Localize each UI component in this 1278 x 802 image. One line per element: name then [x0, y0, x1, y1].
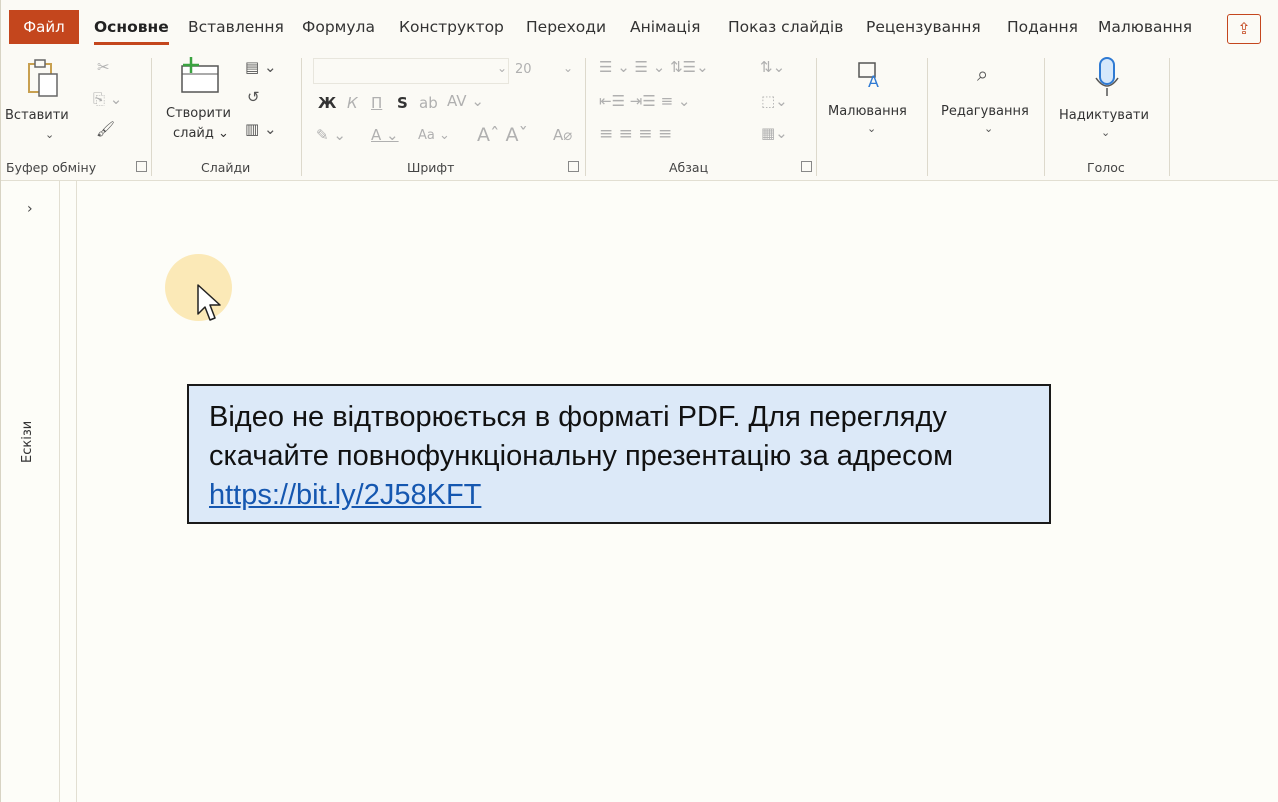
- separator: [301, 58, 302, 176]
- font-name-dropdown-icon[interactable]: ⌄: [497, 61, 507, 75]
- tab-view[interactable]: Подання: [1007, 18, 1078, 36]
- tab-review[interactable]: Рецензування: [866, 18, 981, 36]
- paragraph-group-label: Абзац: [669, 160, 709, 175]
- italic-button[interactable]: К: [347, 94, 358, 112]
- clear-format-icon[interactable]: A⌀: [553, 126, 572, 144]
- bold-button[interactable]: Ж: [318, 94, 336, 112]
- paste-icon[interactable]: [25, 58, 59, 104]
- thumbnails-pane: › Ескізи: [1, 181, 60, 802]
- notice-line-2: скачайте повнофункціональну презентацію …: [209, 440, 954, 472]
- search-icon[interactable]: ⌕: [977, 62, 988, 86]
- editing-button[interactable]: Редагування: [941, 104, 1029, 119]
- separator: [1044, 58, 1045, 176]
- layout-icon[interactable]: ▤ ⌄: [245, 58, 277, 76]
- copy-icon[interactable]: ⎘ ⌄: [93, 90, 122, 108]
- separator: [816, 58, 817, 176]
- tab-animations[interactable]: Анімація: [630, 18, 700, 36]
- separator: [927, 58, 928, 176]
- format-painter-icon[interactable]: 🖌︎: [96, 120, 115, 138]
- microphone-icon[interactable]: [1093, 56, 1121, 104]
- tab-draw[interactable]: Малювання: [1098, 18, 1192, 36]
- drawing-button[interactable]: Малювання: [828, 104, 907, 119]
- change-case-button[interactable]: Aa ⌄: [418, 128, 450, 143]
- svg-text:A: A: [868, 72, 879, 90]
- highlight-icon[interactable]: ✎ ⌄: [316, 126, 346, 144]
- alignment-icons[interactable]: ≡ ≡ ≡ ≡: [599, 124, 672, 144]
- font-name-field[interactable]: [313, 58, 509, 84]
- new-slide-icon[interactable]: [179, 56, 221, 100]
- font-group-label: Шрифт: [407, 160, 455, 175]
- video-notice-box: Відео не відтворюється в форматі PDF. Дл…: [187, 384, 1051, 524]
- char-spacing-icon[interactable]: AV ⌄: [447, 92, 484, 110]
- paragraph-launcher-icon[interactable]: [801, 161, 812, 172]
- font-size-dropdown-icon[interactable]: ⌄: [563, 61, 573, 75]
- tab-slideshow[interactable]: Показ слайдів: [728, 18, 843, 36]
- underline-button[interactable]: П: [371, 94, 382, 112]
- tab-file[interactable]: Файл: [9, 10, 79, 44]
- download-link[interactable]: https://bit.ly/2J58KFT: [209, 479, 481, 511]
- expand-thumbnails-icon[interactable]: ›: [27, 201, 33, 217]
- tab-home[interactable]: Основне: [94, 18, 169, 45]
- strikethrough-icon[interactable]: ab: [419, 94, 438, 112]
- dictate-button[interactable]: Надиктувати: [1059, 108, 1149, 123]
- paste-button[interactable]: Вставити: [5, 108, 69, 123]
- ribbon-tab-bar: Файл Основне Вставлення Формула Конструк…: [1, 0, 1278, 54]
- dictate-dropdown-icon[interactable]: ⌄: [1101, 126, 1110, 139]
- font-size-field[interactable]: 20: [515, 62, 532, 77]
- share-icon[interactable]: ⇪: [1227, 14, 1261, 44]
- ribbon: Вставити ⌄ ✂ ⎘ ⌄ 🖌︎ Буфер обміну Створит…: [1, 54, 1278, 181]
- separator: [1169, 58, 1170, 176]
- clipboard-group-label: Буфер обміну: [6, 160, 97, 175]
- reset-slide-icon[interactable]: ↺: [247, 88, 260, 106]
- paste-dropdown-icon[interactable]: ⌄: [45, 128, 54, 141]
- tab-insert[interactable]: Вставлення: [188, 18, 284, 36]
- cut-icon[interactable]: ✂: [97, 58, 110, 76]
- shadow-button[interactable]: S: [397, 94, 408, 112]
- indent-icon[interactable]: ⇤☰ ⇥☰ ≡ ⌄: [599, 92, 690, 110]
- editing-dropdown-icon[interactable]: ⌄: [984, 122, 993, 135]
- voice-group-label: Голос: [1087, 160, 1125, 175]
- tab-transitions[interactable]: Переходи: [526, 18, 606, 36]
- text-direction-icon[interactable]: ⇅⌄: [760, 58, 785, 76]
- separator: [151, 58, 152, 176]
- smartart-icon[interactable]: ▦⌄: [761, 124, 788, 142]
- new-slide-label-1[interactable]: Створити: [166, 106, 231, 121]
- section-icon[interactable]: ▥ ⌄: [245, 120, 277, 138]
- thumbnails-label[interactable]: Ескізи: [20, 421, 35, 463]
- drawing-icon[interactable]: A: [857, 60, 887, 94]
- tab-formula[interactable]: Формула: [302, 18, 375, 36]
- new-slide-label-2[interactable]: слайд ⌄: [173, 126, 229, 141]
- clipboard-launcher-icon[interactable]: [136, 161, 147, 172]
- tab-design[interactable]: Конструктор: [399, 18, 504, 36]
- drawing-dropdown-icon[interactable]: ⌄: [867, 122, 876, 135]
- bullets-icon[interactable]: ☰ ⌄ ☰ ⌄ ⇅☰⌄: [599, 58, 709, 76]
- mouse-pointer-icon: [197, 284, 223, 330]
- font-color-icon[interactable]: A ⌄: [371, 126, 399, 144]
- align-text-icon[interactable]: ⬚⌄: [761, 92, 788, 110]
- grow-font-icon[interactable]: Aˆ Aˇ: [477, 124, 528, 146]
- separator: [585, 58, 586, 176]
- slides-group-label: Слайди: [201, 160, 251, 175]
- font-launcher-icon[interactable]: [568, 161, 579, 172]
- notice-line-1: Відео не відтворюється в форматі PDF. Дл…: [209, 401, 947, 433]
